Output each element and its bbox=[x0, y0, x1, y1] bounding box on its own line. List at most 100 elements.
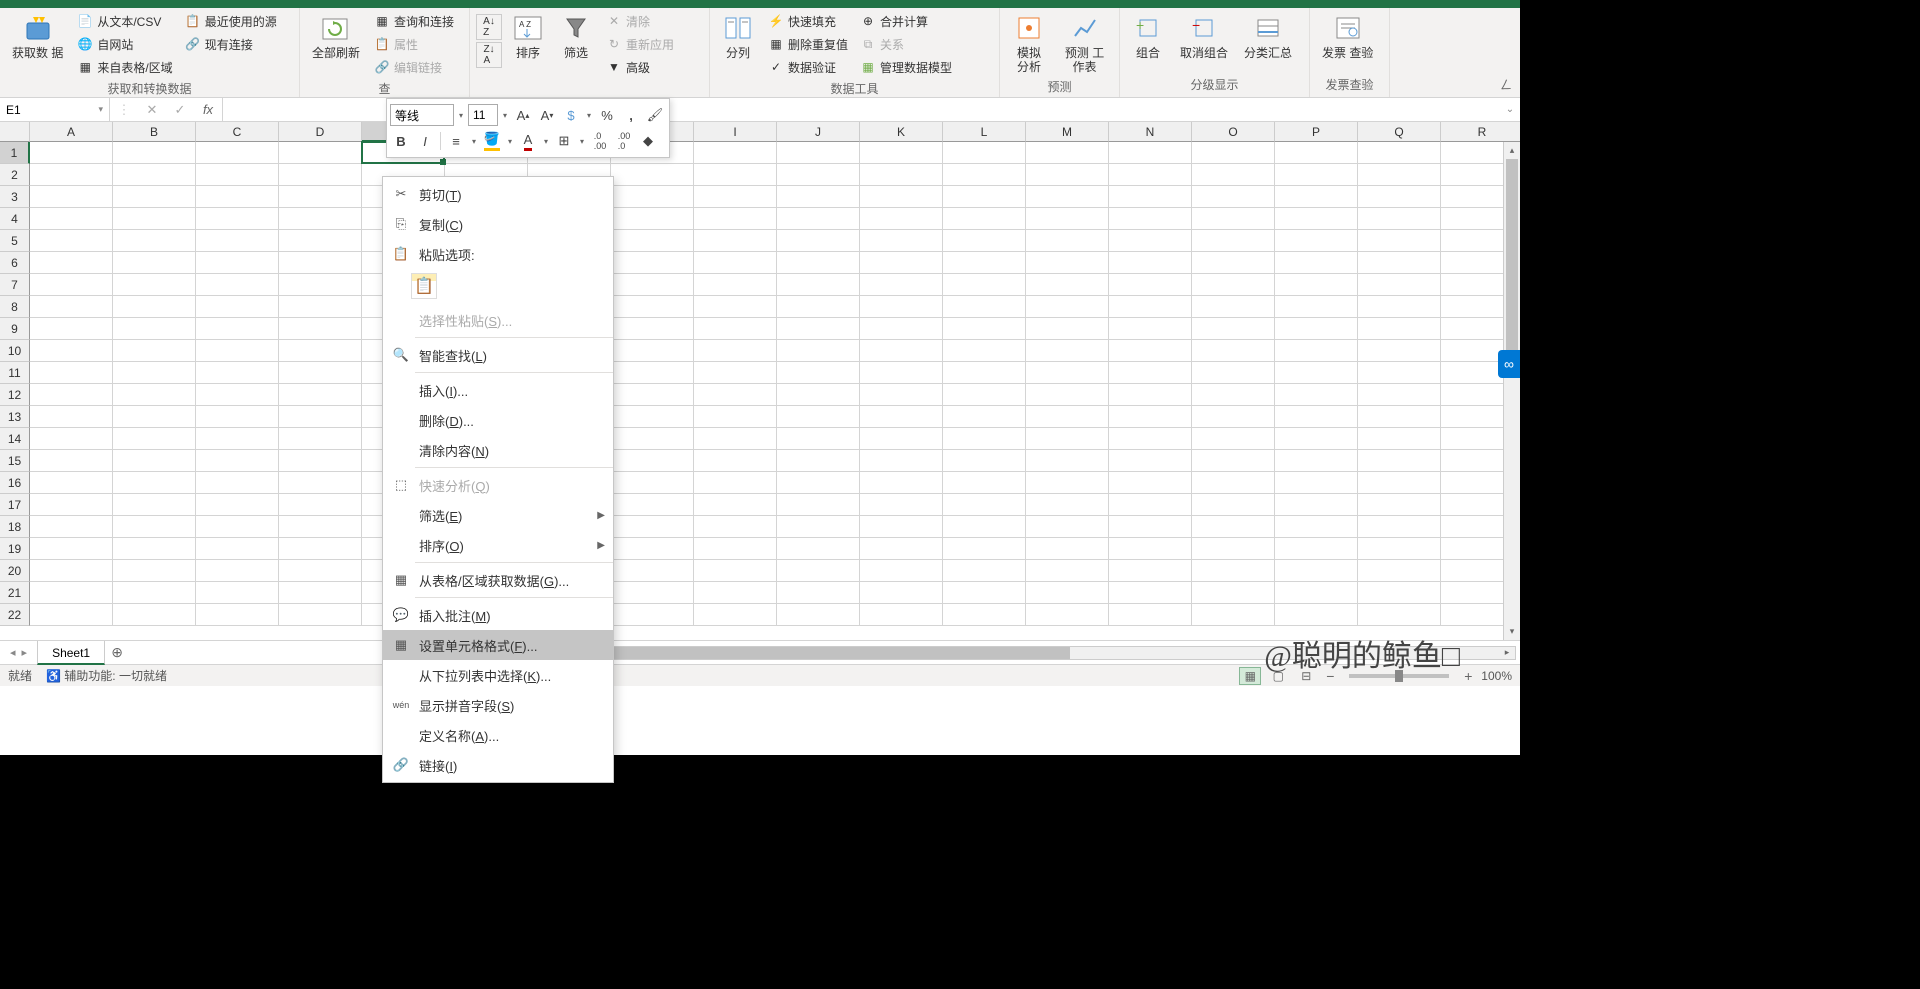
cell[interactable] bbox=[694, 516, 777, 538]
text-to-columns-button[interactable]: 分列 bbox=[716, 10, 760, 62]
refresh-all-button[interactable]: 全部刷新 bbox=[306, 10, 366, 62]
cell[interactable] bbox=[30, 186, 113, 208]
sort-desc-button[interactable]: Z↓A bbox=[476, 42, 502, 68]
page-break-view-button[interactable]: ⊟ bbox=[1295, 667, 1317, 685]
row-header[interactable]: 18 bbox=[0, 516, 30, 538]
cell[interactable] bbox=[1109, 274, 1192, 296]
flash-fill-button[interactable]: ⚡快速填充 bbox=[764, 10, 852, 32]
cell[interactable] bbox=[279, 472, 362, 494]
cell[interactable] bbox=[196, 296, 279, 318]
column-header[interactable]: A bbox=[30, 122, 113, 142]
cell[interactable] bbox=[196, 384, 279, 406]
cell[interactable] bbox=[279, 538, 362, 560]
cell[interactable] bbox=[1358, 186, 1441, 208]
cell[interactable] bbox=[1192, 428, 1275, 450]
context-menu-item[interactable]: 插入(I)... bbox=[383, 375, 613, 405]
cell[interactable] bbox=[1358, 472, 1441, 494]
cell[interactable] bbox=[279, 142, 362, 164]
cell[interactable] bbox=[1026, 428, 1109, 450]
cell[interactable] bbox=[196, 252, 279, 274]
cell[interactable] bbox=[777, 230, 860, 252]
from-text-csv-button[interactable]: 📄从文本/CSV bbox=[73, 10, 176, 32]
cell[interactable] bbox=[1026, 230, 1109, 252]
accessibility-status[interactable]: ♿ 辅助功能: 一切就绪 bbox=[46, 667, 167, 684]
cell[interactable] bbox=[113, 604, 196, 626]
context-menu-item[interactable]: 💬插入批注(M) bbox=[383, 600, 613, 630]
cell[interactable] bbox=[113, 252, 196, 274]
cell[interactable] bbox=[777, 296, 860, 318]
fill-color-button[interactable]: 🪣 bbox=[481, 130, 503, 152]
cell[interactable] bbox=[1192, 296, 1275, 318]
context-menu-item[interactable]: 📋粘贴选项: bbox=[383, 239, 613, 269]
enter-button[interactable]: ✓ bbox=[166, 98, 194, 121]
cell[interactable] bbox=[196, 494, 279, 516]
cell[interactable] bbox=[860, 560, 943, 582]
cell[interactable] bbox=[1358, 230, 1441, 252]
cell[interactable] bbox=[943, 384, 1026, 406]
column-header[interactable]: J bbox=[777, 122, 860, 142]
cell[interactable] bbox=[1275, 318, 1358, 340]
cell[interactable] bbox=[1026, 582, 1109, 604]
row-header[interactable]: 20 bbox=[0, 560, 30, 582]
cell[interactable] bbox=[1109, 494, 1192, 516]
cell[interactable] bbox=[694, 406, 777, 428]
cell[interactable] bbox=[196, 186, 279, 208]
row-header[interactable]: 16 bbox=[0, 472, 30, 494]
sort-asc-button[interactable]: A↓Z bbox=[476, 14, 502, 40]
cell[interactable] bbox=[279, 384, 362, 406]
cell[interactable] bbox=[196, 428, 279, 450]
cell[interactable] bbox=[943, 208, 1026, 230]
cell[interactable] bbox=[1275, 450, 1358, 472]
cell[interactable] bbox=[943, 406, 1026, 428]
context-menu-item[interactable]: ⎘复制(C) bbox=[383, 209, 613, 239]
cell[interactable] bbox=[777, 406, 860, 428]
subtotal-button[interactable]: 分类汇总 bbox=[1238, 10, 1298, 62]
cell[interactable] bbox=[113, 494, 196, 516]
cell[interactable] bbox=[113, 362, 196, 384]
select-all-corner[interactable] bbox=[0, 122, 30, 142]
cell[interactable] bbox=[113, 516, 196, 538]
data-validation-button[interactable]: ✓数据验证 bbox=[764, 56, 852, 78]
cell[interactable] bbox=[777, 560, 860, 582]
cell[interactable] bbox=[694, 252, 777, 274]
cell[interactable] bbox=[1026, 516, 1109, 538]
existing-connections-button[interactable]: 🔗现有连接 bbox=[181, 33, 281, 55]
cell[interactable] bbox=[943, 494, 1026, 516]
zoom-in-button[interactable]: + bbox=[1461, 668, 1475, 684]
cell[interactable] bbox=[777, 318, 860, 340]
cell[interactable] bbox=[860, 472, 943, 494]
cell[interactable] bbox=[1192, 142, 1275, 164]
row-header[interactable]: 9 bbox=[0, 318, 30, 340]
cell[interactable] bbox=[1192, 362, 1275, 384]
cell[interactable] bbox=[113, 582, 196, 604]
column-header[interactable]: M bbox=[1026, 122, 1109, 142]
cell[interactable] bbox=[611, 450, 694, 472]
cell[interactable] bbox=[196, 472, 279, 494]
vscroll-thumb[interactable] bbox=[1506, 159, 1518, 359]
cell[interactable] bbox=[1109, 296, 1192, 318]
cell[interactable] bbox=[611, 230, 694, 252]
cell[interactable] bbox=[1275, 384, 1358, 406]
cell[interactable] bbox=[113, 384, 196, 406]
ungroup-button[interactable]: − 取消组合 bbox=[1174, 10, 1234, 62]
sort-button[interactable]: A Z 排序 bbox=[506, 10, 550, 62]
cell[interactable] bbox=[694, 494, 777, 516]
cell[interactable] bbox=[943, 230, 1026, 252]
cell[interactable] bbox=[279, 560, 362, 582]
cell[interactable] bbox=[113, 450, 196, 472]
cell[interactable] bbox=[1192, 538, 1275, 560]
cell[interactable] bbox=[30, 142, 113, 164]
cell[interactable] bbox=[943, 296, 1026, 318]
add-sheet-button[interactable]: ⊕ bbox=[105, 644, 129, 661]
cell[interactable] bbox=[860, 208, 943, 230]
cell[interactable] bbox=[1358, 164, 1441, 186]
cell[interactable] bbox=[1026, 252, 1109, 274]
cell[interactable] bbox=[279, 362, 362, 384]
size-dropdown-icon[interactable]: ▾ bbox=[500, 111, 510, 120]
cell[interactable] bbox=[777, 450, 860, 472]
cell[interactable] bbox=[279, 318, 362, 340]
scroll-down-button[interactable]: ▾ bbox=[1504, 623, 1520, 640]
spreadsheet-grid[interactable]: ABCDEFGHIJKLMNOPQR 123456789101112131415… bbox=[0, 122, 1520, 640]
context-menu-item[interactable]: ✂剪切(T) bbox=[383, 179, 613, 209]
cell[interactable] bbox=[611, 340, 694, 362]
